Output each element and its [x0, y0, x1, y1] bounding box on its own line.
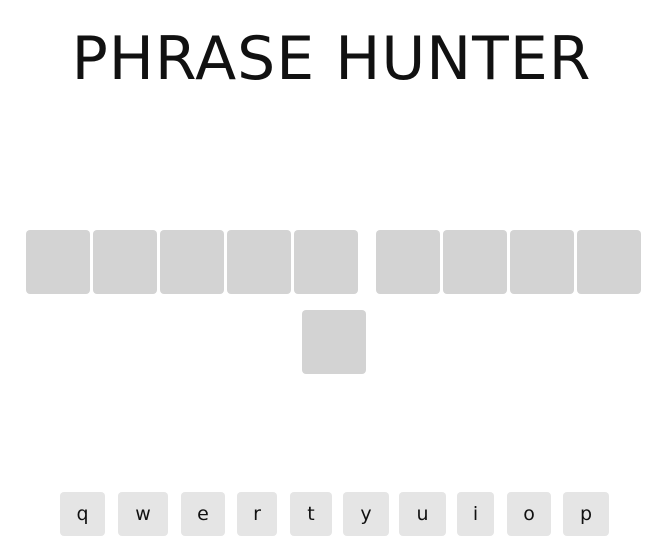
letter-tile: [577, 230, 641, 294]
key-y[interactable]: y: [343, 492, 389, 536]
key-w[interactable]: w: [118, 492, 168, 536]
letter-tile: [294, 230, 358, 294]
key-t[interactable]: t: [290, 492, 332, 536]
letter-tile: [227, 230, 291, 294]
letter-tile: [376, 230, 440, 294]
letter-tile: [160, 230, 224, 294]
key-p[interactable]: p: [563, 492, 609, 536]
letter-tile: [510, 230, 574, 294]
keyboard-row-1: q w e r t y u i o p: [0, 492, 663, 536]
key-u[interactable]: u: [399, 492, 446, 536]
letter-tile: [302, 310, 366, 374]
key-r[interactable]: r: [237, 492, 277, 536]
key-e[interactable]: e: [181, 492, 225, 536]
letter-tile: [443, 230, 507, 294]
page-title: PHRASE HUNTER: [71, 24, 592, 94]
key-q[interactable]: q: [60, 492, 105, 536]
key-i[interactable]: i: [457, 492, 494, 536]
letter-tile: [93, 230, 157, 294]
letter-tile: [26, 230, 90, 294]
key-o[interactable]: o: [507, 492, 551, 536]
